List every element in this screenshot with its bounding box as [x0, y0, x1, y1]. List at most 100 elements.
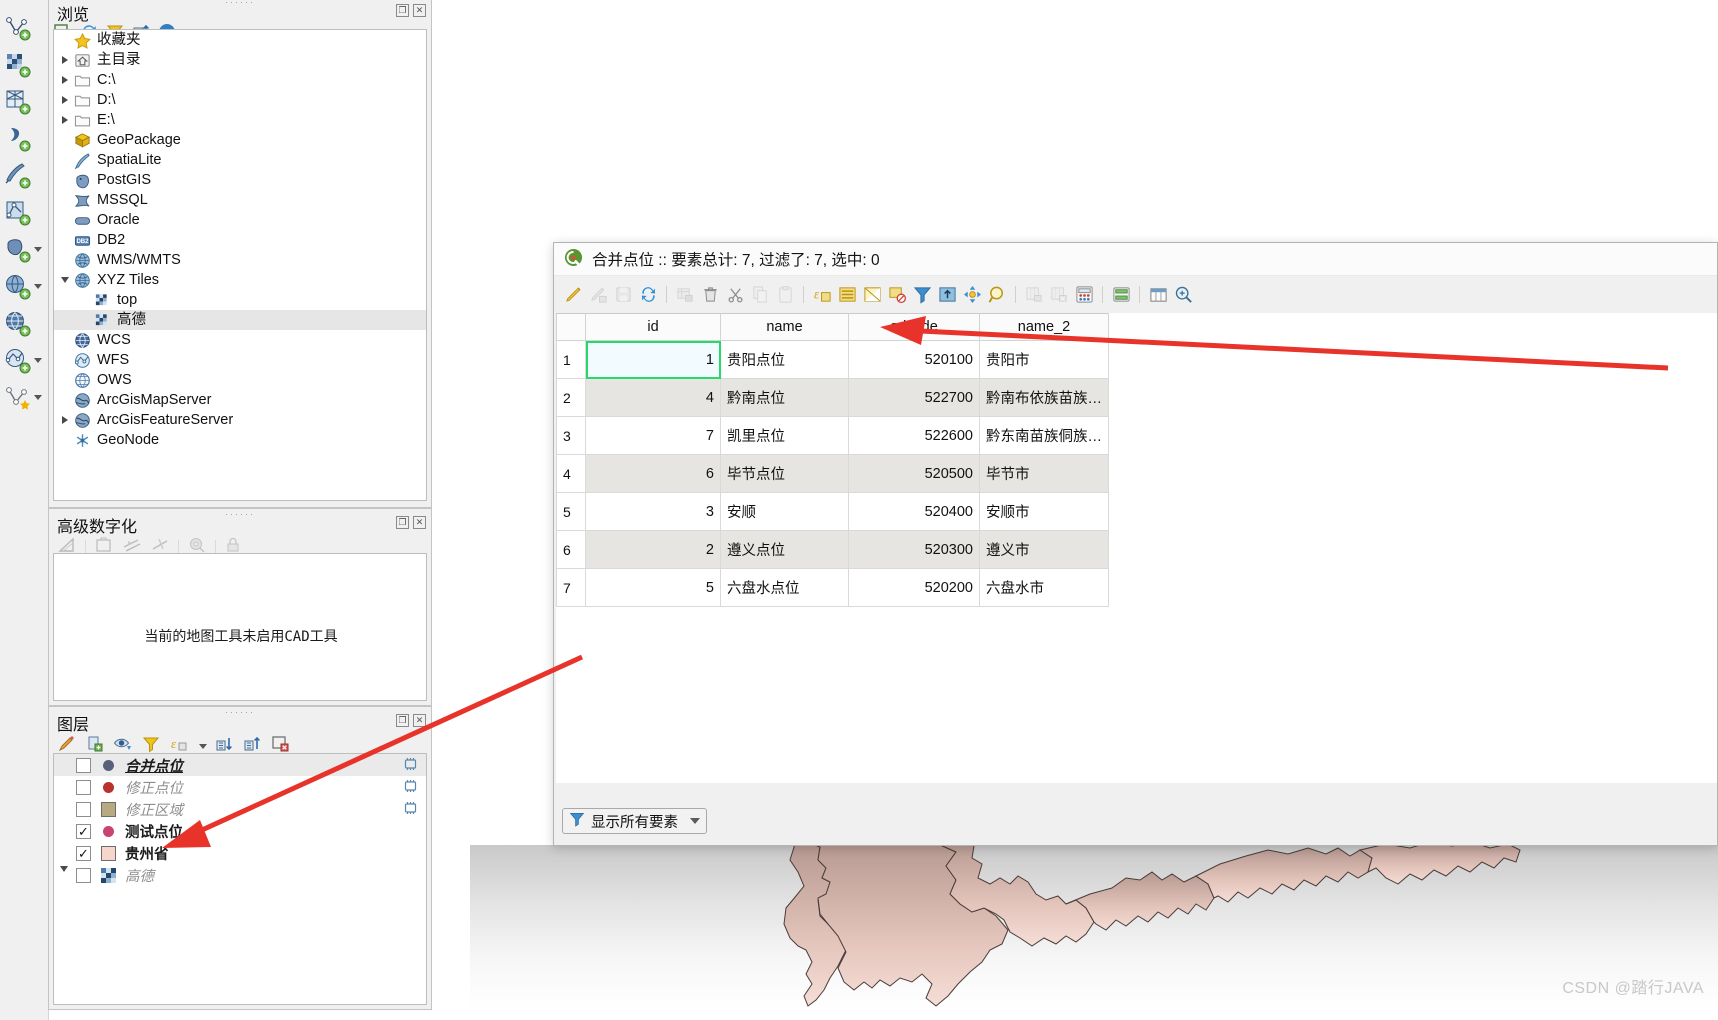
zoom-to-selection-icon[interactable] — [986, 283, 1008, 305]
table-cell-name[interactable]: 安顺 — [720, 492, 849, 531]
chevron-down-icon[interactable] — [690, 818, 700, 824]
chevron-down-icon[interactable] — [199, 743, 207, 749]
browser-tree-item[interactable]: OWS — [54, 370, 426, 390]
browser-tree-item[interactable]: ArcGisMapServer — [54, 390, 426, 410]
browser-tree-item[interactable]: PostGIS — [54, 170, 426, 190]
chevron-down-icon[interactable] — [58, 277, 72, 283]
table-cell-adcode[interactable]: 522700 — [848, 378, 980, 417]
layer-visibility-checkbox[interactable] — [76, 757, 91, 773]
chevron-right-icon[interactable] — [58, 416, 72, 424]
select-all-icon[interactable] — [836, 283, 858, 305]
panel-drag-grip[interactable]: ······ — [225, 510, 255, 519]
table-row[interactable]: 5 3 安顺 520400 安顺市 — [556, 492, 1109, 531]
browser-tree-item[interactable]: 收藏夹 — [54, 30, 426, 50]
table-cell-id[interactable]: 6 — [585, 454, 721, 493]
browser-tree-item[interactable]: MSSQL — [54, 190, 426, 210]
toolbar-item-add-spatialite-layer[interactable] — [0, 158, 48, 193]
column-header-name_2[interactable]: name_2 — [979, 313, 1109, 341]
browser-tree-item[interactable]: Oracle — [54, 210, 426, 230]
table-cell-name[interactable]: 遵义点位 — [720, 530, 849, 569]
chevron-right-icon[interactable] — [58, 56, 72, 64]
row-number[interactable]: 7 — [556, 568, 586, 607]
browser-tree-item[interactable]: WFS — [54, 350, 426, 370]
layers-tree[interactable]: 合并点位 修正点位 修正区域 ✓ 测试点位 ✓ 贵州省 高德 — [53, 753, 427, 1005]
deselect-all-icon[interactable] — [886, 283, 908, 305]
show-all-features-button[interactable]: 显示所有要素 — [562, 808, 707, 834]
browser-tree-item[interactable]: XYZ Tiles — [54, 270, 426, 290]
float-panel-button[interactable]: ❐ — [396, 4, 409, 17]
toolbar-item-add-delimited-text-layer[interactable] — [0, 121, 48, 156]
toolbar-item-new-virtual-layer[interactable] — [0, 380, 48, 415]
close-panel-button[interactable]: ✕ — [413, 516, 426, 529]
chevron-down-icon[interactable] — [34, 358, 42, 363]
table-cell-id[interactable]: 5 — [585, 568, 721, 607]
row-number[interactable]: 2 — [556, 378, 586, 417]
chevron-down-icon[interactable] — [34, 284, 42, 289]
layer-item[interactable]: ✓ 测试点位 — [54, 820, 426, 842]
toolbar-item-add-postgis-layer[interactable] — [0, 232, 48, 267]
delete-selected-icon[interactable] — [699, 283, 721, 305]
table-cell-adcode[interactable]: 520300 — [848, 530, 980, 569]
browser-tree-item[interactable]: ArcGisFeatureServer — [54, 410, 426, 430]
browser-tree-item[interactable]: WCS — [54, 330, 426, 350]
table-cell-name_2[interactable]: 毕节市 — [979, 454, 1109, 493]
table-cell-id[interactable]: 7 — [585, 416, 721, 455]
table-cell-name_2[interactable]: 六盘水市 — [979, 568, 1109, 607]
attribute-table-grid[interactable]: id name adcode name_2 1 1 贵阳点位 520100 贵阳市 2 4 黔南点位 5… — [556, 313, 1717, 783]
layer-visibility-checkbox[interactable] — [76, 779, 91, 795]
select-by-expression-icon[interactable]: ε — [811, 283, 833, 305]
browser-tree-item[interactable]: D:\ — [54, 90, 426, 110]
table-row[interactable]: 2 4 黔南点位 522700 黔南布依族苗族… — [556, 378, 1109, 417]
attribute-table-dialog[interactable]: 合并点位 :: 要素总计: 7, 过滤了: 7, 选中: 0 ε id name… — [553, 242, 1718, 846]
browser-tree-item[interactable]: C:\ — [54, 70, 426, 90]
conditional-formatting-icon[interactable] — [1110, 283, 1132, 305]
memory-layer-indicator-icon[interactable] — [403, 758, 418, 771]
toolbar-item-add-wfs-layer[interactable] — [0, 343, 48, 378]
browser-tree-item[interactable]: GeoNode — [54, 430, 426, 450]
browser-tree-item[interactable]: WMS/WMTS — [54, 250, 426, 270]
memory-layer-indicator-icon[interactable] — [403, 780, 418, 793]
chevron-down-icon[interactable] — [60, 866, 68, 888]
chevron-right-icon[interactable] — [58, 116, 72, 124]
table-cell-name[interactable]: 凯里点位 — [720, 416, 849, 455]
close-panel-button[interactable]: ✕ — [413, 714, 426, 727]
cut-features-icon[interactable] — [724, 283, 746, 305]
layer-item[interactable]: ✓ 贵州省 — [54, 842, 426, 864]
actions-icon[interactable] — [1172, 283, 1194, 305]
browser-tree-item[interactable]: 高德 — [54, 310, 426, 330]
attribute-table-footer[interactable]: 显示所有要素 — [562, 807, 707, 835]
table-cell-adcode[interactable]: 520400 — [848, 492, 980, 531]
layer-visibility-checkbox[interactable] — [76, 801, 91, 817]
toolbar-item-add-vector-layer[interactable] — [0, 10, 48, 45]
table-cell-adcode[interactable]: 520100 — [848, 340, 980, 379]
column-header-name[interactable]: name — [720, 313, 849, 341]
close-panel-button[interactable]: ✕ — [413, 4, 426, 17]
chevron-right-icon[interactable] — [58, 76, 72, 84]
layer-item[interactable]: 修正区域 — [54, 798, 426, 820]
toolbar-item-add-mesh-layer[interactable] — [0, 84, 48, 119]
browser-tree-item[interactable]: top — [54, 290, 426, 310]
table-cell-name[interactable]: 毕节点位 — [720, 454, 849, 493]
table-row[interactable]: 7 5 六盘水点位 520200 六盘水市 — [556, 568, 1109, 607]
chevron-down-icon[interactable] — [34, 395, 42, 400]
column-header-adcode[interactable]: adcode — [848, 313, 980, 341]
browser-tree-item[interactable]: 主目录 — [54, 50, 426, 70]
row-number[interactable]: 5 — [556, 492, 586, 531]
browser-tree-item[interactable]: GeoPackage — [54, 130, 426, 150]
table-cell-name[interactable]: 黔南点位 — [720, 378, 849, 417]
layer-item[interactable]: 修正点位 — [54, 776, 426, 798]
float-panel-button[interactable]: ❐ — [396, 516, 409, 529]
layer-visibility-checkbox[interactable]: ✓ — [76, 845, 91, 861]
row-number[interactable]: 6 — [556, 530, 586, 569]
table-cell-name[interactable]: 六盘水点位 — [720, 568, 849, 607]
table-cell-name_2[interactable]: 贵阳市 — [979, 340, 1109, 379]
table-cell-name_2[interactable]: 黔东南苗族侗族… — [979, 416, 1109, 455]
toolbar-item-add-wcs-layer[interactable] — [0, 306, 48, 341]
table-row[interactable]: 4 6 毕节点位 520500 毕节市 — [556, 454, 1109, 493]
invert-selection-icon[interactable] — [861, 283, 883, 305]
column-header-id[interactable]: id — [585, 313, 721, 341]
toggle-editing-icon[interactable] — [562, 283, 584, 305]
layer-visibility-checkbox[interactable] — [76, 867, 91, 883]
table-cell-adcode[interactable]: 520500 — [848, 454, 980, 493]
table-cell-name_2[interactable]: 黔南布依族苗族… — [979, 378, 1109, 417]
